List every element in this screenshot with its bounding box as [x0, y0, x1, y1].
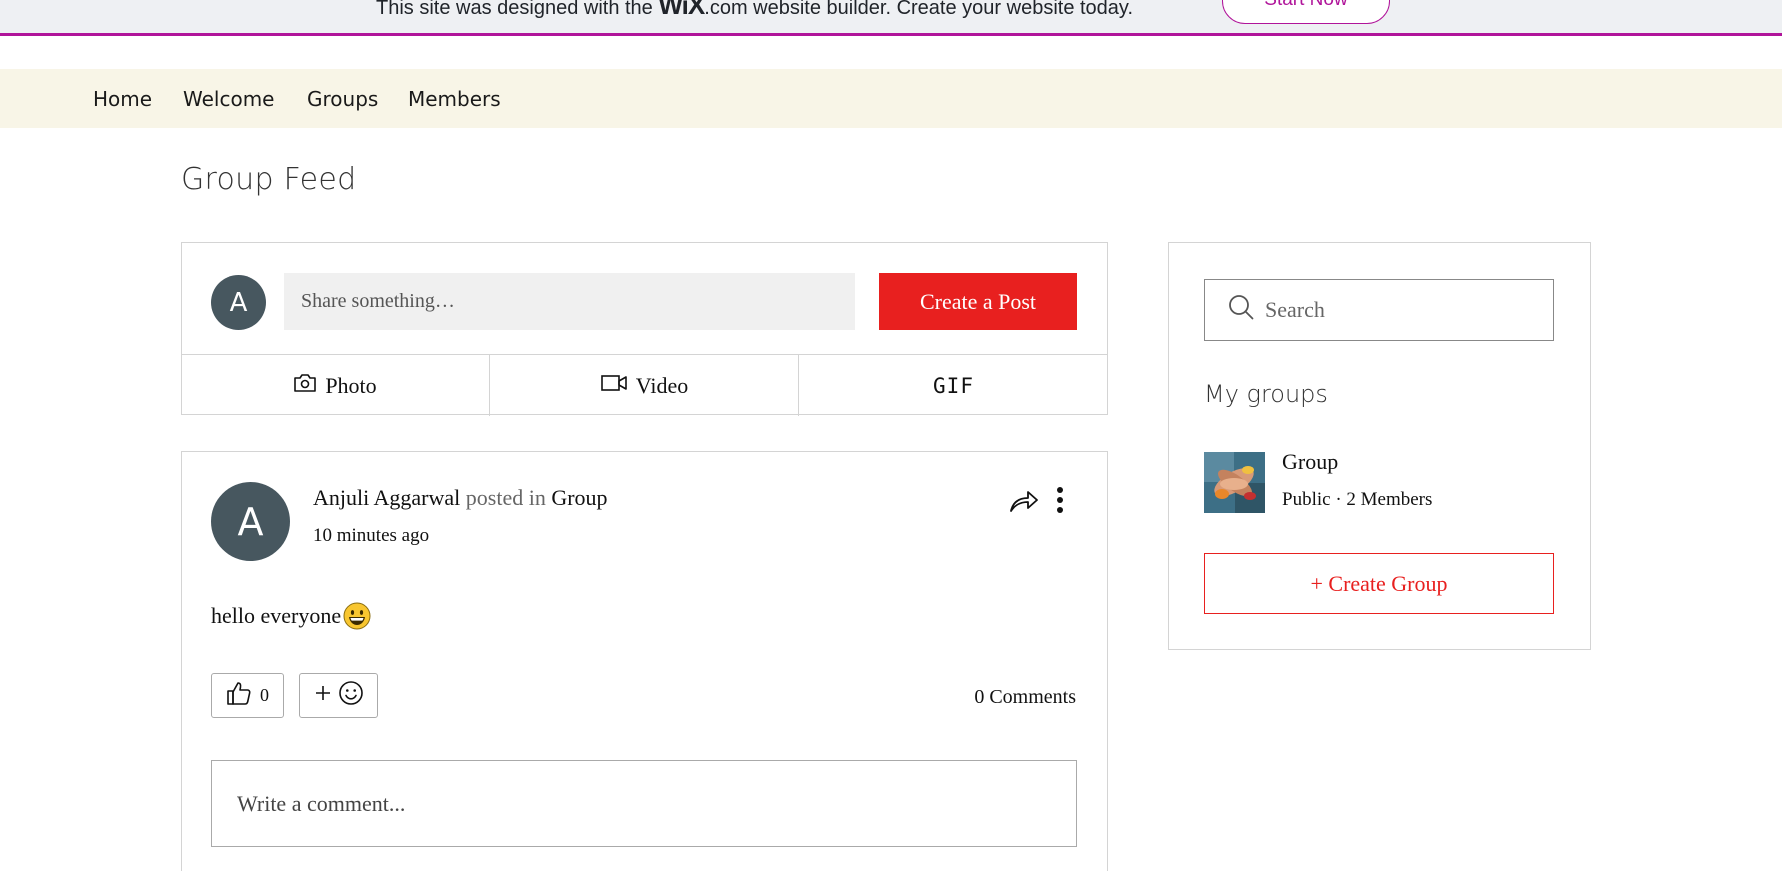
gif-button[interactable]: GIF — [799, 355, 1108, 416]
photo-button[interactable]: Photo — [181, 355, 490, 416]
author-name[interactable]: Anjuli Aggarwal — [313, 485, 460, 510]
post-timestamp: 10 minutes ago — [313, 525, 430, 546]
nav-item-welcome[interactable]: Welcome — [183, 87, 274, 111]
media-buttons-row: Photo Video GIF — [181, 354, 1108, 416]
post-body: hello everyone — [211, 602, 371, 630]
smiley-icon — [338, 680, 364, 711]
comment-input[interactable]: Write a comment... — [211, 760, 1077, 847]
avatar: A — [211, 275, 266, 330]
more-options-icon[interactable] — [1050, 486, 1070, 516]
create-group-button[interactable]: + Create Group — [1204, 553, 1554, 614]
video-camera-icon — [600, 373, 628, 399]
plus-icon — [314, 684, 332, 707]
search-input[interactable]: Search — [1204, 279, 1554, 341]
group-thumbnail[interactable] — [1204, 452, 1265, 513]
banner-text-before: This site was designed with the — [376, 0, 653, 19]
nav-item-members[interactable]: Members — [408, 87, 501, 111]
search-placeholder: Search — [1265, 297, 1325, 322]
my-groups-heading: My groups — [1204, 380, 1328, 408]
photo-label: Photo — [325, 372, 377, 398]
comments-count[interactable]: 0 Comments — [930, 686, 1076, 709]
post-text: hello everyone — [211, 603, 342, 628]
search-icon — [1227, 293, 1255, 327]
wix-banner-text: This site was designed with the WiX.com … — [376, 0, 1133, 21]
create-post-button[interactable]: Create a Post — [879, 273, 1077, 330]
group-link[interactable]: Group — [551, 485, 607, 510]
video-label: Video — [635, 372, 689, 398]
wix-logo: WiX — [658, 0, 705, 20]
site-nav: Home Welcome Groups Members — [0, 69, 1782, 128]
camera-icon — [293, 373, 317, 399]
group-visibility: Public — [1282, 489, 1331, 510]
share-icon[interactable] — [1008, 486, 1040, 514]
gif-label: GIF — [933, 373, 974, 398]
group-meta: Public · 2 Members — [1282, 489, 1432, 511]
page-title: Group Feed — [181, 162, 357, 197]
author-avatar[interactable]: A — [211, 482, 290, 561]
wix-promo-banner: This site was designed with the WiX.com … — [0, 0, 1782, 36]
like-count: 0 — [260, 685, 269, 705]
share-something-input[interactable]: Share something… — [284, 273, 855, 330]
add-reaction-button[interactable] — [299, 673, 378, 718]
start-now-button[interactable]: Start Now — [1222, 0, 1390, 24]
meta-separator: · — [1335, 489, 1342, 510]
group-name[interactable]: Group — [1282, 449, 1338, 475]
banner-text-after: .com website builder. Create your websit… — [704, 0, 1133, 19]
grinning-face-icon — [343, 602, 371, 630]
nav-item-home[interactable]: Home — [93, 87, 152, 111]
video-button[interactable]: Video — [490, 355, 799, 416]
nav-item-groups[interactable]: Groups — [307, 87, 378, 111]
like-button[interactable]: 0 — [211, 673, 284, 718]
group-members: 2 Members — [1346, 489, 1433, 510]
thumbs-up-icon — [226, 680, 252, 711]
post-header: Anjuli Aggarwal posted in Group — [313, 485, 608, 511]
posted-in-text: posted in — [465, 485, 546, 510]
